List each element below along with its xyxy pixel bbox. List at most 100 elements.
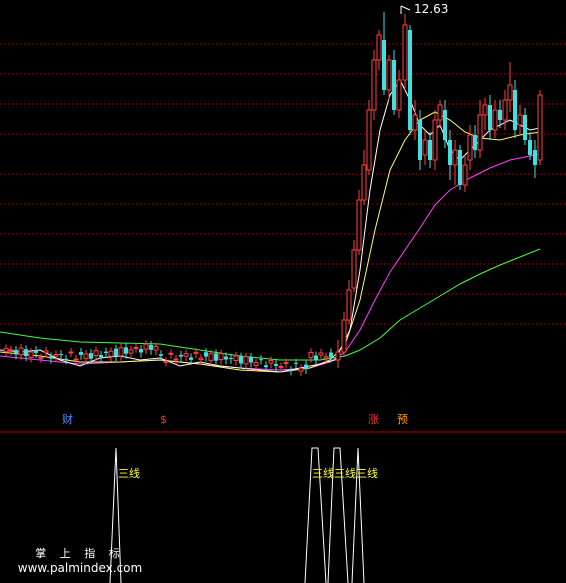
candle-body — [412, 114, 418, 131]
candle-body — [467, 134, 473, 161]
candle-body — [73, 358, 79, 361]
candle-body — [462, 164, 468, 186]
candle-body — [249, 356, 253, 363]
candle-body — [361, 164, 367, 201]
candle-body — [214, 353, 218, 361]
candle-body — [396, 79, 402, 111]
ma-long-line — [0, 248, 541, 361]
signal-cai[interactable]: 财 — [62, 414, 73, 426]
candle-body — [507, 84, 513, 101]
candle-body — [128, 349, 134, 354]
candle-body — [351, 249, 357, 289]
candle-body — [386, 59, 392, 91]
candle-body — [443, 110, 447, 140]
candle-body — [124, 347, 128, 354]
candle-body — [38, 357, 44, 360]
watermark-title: 掌 上 指 标 — [35, 547, 125, 560]
candle-body — [53, 353, 59, 357]
candle-body — [346, 289, 352, 321]
candle-body — [153, 346, 159, 351]
candle-body — [108, 350, 114, 357]
candle-body — [83, 353, 89, 360]
candle-body — [224, 356, 228, 360]
candle-body — [14, 349, 18, 355]
candle-body — [28, 351, 34, 358]
candle-body — [218, 353, 224, 361]
candle-body — [183, 353, 189, 357]
candle-body — [488, 105, 492, 130]
candle-body — [168, 352, 174, 355]
candle-body — [376, 34, 382, 61]
candle-body — [268, 360, 274, 364]
candle-body — [243, 356, 249, 365]
candle-body — [163, 360, 169, 363]
watermark-url: www.palmindex.com — [17, 561, 143, 575]
candle-body — [118, 347, 124, 357]
candle-body — [173, 358, 179, 361]
candle-body — [59, 354, 63, 356]
candle-body — [18, 347, 24, 356]
candle-body — [233, 355, 239, 362]
candle-body — [356, 199, 362, 251]
candle-body — [193, 351, 199, 354]
candle-body — [99, 355, 103, 358]
candle-body — [239, 356, 243, 364]
signal-zhang[interactable]: 涨 — [368, 414, 379, 426]
high-price-label: 12.63 — [414, 2, 449, 16]
candle-body — [392, 60, 396, 110]
candle-body — [371, 59, 377, 111]
candle-body — [133, 346, 139, 349]
candle-body — [366, 109, 372, 171]
candle-body — [93, 350, 99, 356]
candle-body — [3, 347, 9, 352]
candle-body — [189, 357, 193, 360]
candle-body — [537, 94, 543, 161]
candle-body — [24, 349, 28, 357]
candle-body — [523, 115, 527, 140]
candle-body — [513, 90, 517, 130]
candle-body — [208, 353, 214, 361]
candle-body — [408, 30, 412, 130]
watermark: 掌 上 指 标 www.palmindex.com — [0, 545, 160, 575]
candle-body — [298, 367, 304, 372]
candle-body — [418, 120, 422, 160]
candle-body — [533, 150, 537, 165]
candle-body — [517, 114, 523, 126]
candle-body — [335, 351, 341, 361]
candle-body — [294, 362, 298, 364]
candle-body — [198, 357, 204, 361]
candle-body — [318, 352, 324, 356]
candle-body — [314, 355, 318, 360]
candle-body — [482, 104, 488, 116]
candle-body — [283, 362, 289, 365]
candle-body — [448, 140, 452, 165]
high-price-marker — [400, 5, 411, 14]
candle-body — [308, 351, 314, 359]
candle-body — [264, 365, 268, 368]
candle-body — [278, 365, 284, 368]
indicator-label-sanxian-multi: 三线三线三线 — [312, 467, 378, 480]
candle-body — [432, 119, 438, 161]
candle-body — [329, 352, 333, 358]
candle-body — [323, 356, 329, 359]
candle-body — [114, 348, 118, 357]
indicator-label-sanxian: 三线 — [118, 467, 140, 480]
candle-body — [253, 362, 259, 366]
candle-body — [89, 353, 93, 359]
candle-body — [104, 351, 108, 354]
candle-body — [79, 351, 83, 355]
candle-body — [274, 363, 278, 366]
candle-body — [428, 140, 432, 160]
ma-fast-line — [0, 79, 541, 373]
candle-body — [139, 349, 143, 353]
candle-body — [528, 140, 532, 155]
candle-body — [159, 354, 163, 356]
candle-body — [8, 349, 14, 352]
stock-chart[interactable] — [0, 0, 566, 583]
signal-yu[interactable]: 预 — [397, 414, 408, 426]
candle-body — [341, 319, 347, 353]
candle-body — [179, 354, 183, 357]
candle-body — [382, 40, 386, 90]
signal-dollar[interactable]: $ — [160, 414, 167, 426]
candle-body — [64, 358, 68, 360]
